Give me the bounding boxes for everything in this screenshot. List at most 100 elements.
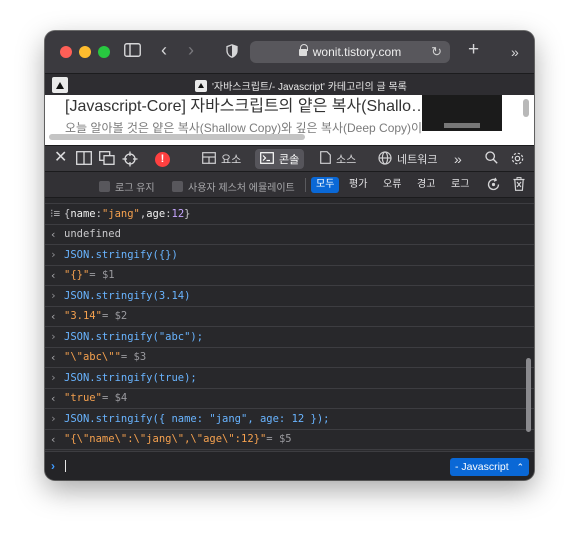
settings-gear-icon[interactable]: [510, 151, 525, 169]
error-indicator-icon[interactable]: !: [155, 152, 170, 167]
active-tab[interactable]: '자바스크립트/- Javascript' 카테고리의 글 목록: [195, 78, 407, 93]
console-row-input[interactable]: › JSON.stringify(3.14): [45, 286, 534, 307]
output-variable: = $2: [101, 310, 128, 323]
input-chevron-icon: ›: [50, 289, 57, 303]
filter-errors-button[interactable]: 오류: [378, 177, 406, 193]
console-row-output[interactable]: ‹ "true" = $4: [45, 389, 534, 409]
clear-on-reload-icon[interactable]: [486, 177, 501, 195]
clear-console-trash-icon[interactable]: [513, 177, 525, 194]
output-arrow-icon: ‹: [50, 227, 57, 241]
console-filter-bar: 로그 유지 사용자 제스처 에뮬레이트 모두 평가 오류 경고 로그: [45, 172, 534, 198]
console-row-input[interactable]: › JSON.stringify({ name: "jang", age: 12…: [45, 409, 534, 430]
console-row-input[interactable]: › JSON.stringify(true);: [45, 368, 534, 389]
input-chevron-icon: ›: [50, 330, 57, 344]
preserve-log-label: 로그 유지: [115, 183, 155, 194]
console-row-output[interactable]: ‹ "3.14" = $2: [45, 307, 534, 327]
browser-toolbar: ‹ › wonit.tistory.com ↻ + »: [45, 31, 534, 73]
tab-network[interactable]: 네트워크: [373, 149, 442, 169]
console-row-object[interactable]: ⁝≡ { name: "jang", age: 12}: [45, 204, 534, 225]
tab-sources[interactable]: 소스: [315, 149, 361, 169]
element-picker-icon[interactable]: [122, 151, 138, 170]
prompt-caret: [65, 460, 66, 472]
input-text: JSON.stringify({ name: "jang", age: 12 }…: [64, 412, 330, 425]
checkbox-box[interactable]: [172, 181, 183, 192]
input-text: JSON.stringify({}): [64, 248, 178, 261]
window-controls: [60, 46, 110, 58]
emulate-gesture-label: 사용자 제스처 에뮬레이트: [188, 183, 295, 194]
article-title[interactable]: [Javascript-Core] 자바스크립트의 얕은 복사(Shallo…: [65, 95, 427, 116]
output-arrow-icon: ‹: [50, 268, 57, 282]
close-devtools-icon[interactable]: ✕: [54, 150, 67, 166]
filter-all-button[interactable]: 모두: [311, 177, 340, 193]
sidebar-toggle-icon[interactable]: [124, 43, 141, 62]
console-log[interactable]: ⁝≡ { name: "jang", age: 12} ‹ undefined …: [45, 198, 534, 450]
input-text: JSON.stringify(3.14): [64, 289, 191, 302]
preserve-log-checkbox[interactable]: 로그 유지: [99, 179, 155, 194]
output-arrow-icon: ‹: [50, 432, 57, 446]
output-value: "{\"name\":\"jang\",\"age\":12}": [64, 433, 267, 446]
pinned-tab-favicon-icon[interactable]: [52, 77, 68, 93]
tab-console[interactable]: 콘솔: [255, 149, 305, 169]
console-row-output[interactable]: ‹ undefined: [45, 225, 534, 245]
detach-window-icon[interactable]: [99, 151, 115, 168]
output-arrow-icon: ‹: [50, 350, 57, 364]
filter-logs-button[interactable]: 로그: [446, 177, 474, 193]
console-row-input[interactable]: › JSON.stringify("abc");: [45, 327, 534, 348]
tab-favicon-icon: [195, 79, 207, 92]
output-arrow-icon: ‹: [50, 309, 57, 323]
dock-side-icon[interactable]: [76, 151, 92, 168]
output-value: "3.14": [64, 310, 102, 323]
lock-icon: [298, 43, 308, 57]
object-key: name: [70, 207, 96, 220]
tab-elements-label: 요소: [221, 154, 242, 166]
elements-icon: [202, 151, 216, 167]
new-tab-icon[interactable]: +: [468, 40, 479, 59]
output-value: "{}": [64, 269, 90, 282]
checkbox-box[interactable]: [99, 181, 110, 192]
page-horizontal-scrollbar[interactable]: [49, 134, 305, 140]
console-row-input[interactable]: › JSON.stringify({}): [45, 245, 534, 266]
filter-warnings-button[interactable]: 경고: [412, 177, 440, 193]
emulate-gesture-checkbox[interactable]: 사용자 제스처 에뮬레이트: [172, 179, 295, 194]
input-chevron-icon: ›: [50, 412, 57, 426]
page-vertical-scrollbar[interactable]: [523, 99, 529, 117]
console-row-output[interactable]: ‹ "\"abc\"" = $3: [45, 348, 534, 368]
output-variable: = $1: [89, 269, 115, 282]
output-variable: = $5: [266, 433, 292, 446]
execution-context-value: - Javascript: [455, 461, 509, 473]
console-prompt[interactable]: › - Javascript ⌃: [45, 451, 534, 480]
object-key: age: [146, 207, 166, 220]
forward-icon[interactable]: ›: [188, 41, 194, 59]
zoom-window-button[interactable]: [98, 46, 110, 58]
object-value: "jang": [101, 207, 140, 220]
object-log-icon: ⁝≡: [50, 207, 61, 221]
filter-evaluations-button[interactable]: 평가: [344, 177, 372, 193]
filter-divider: [305, 178, 306, 192]
console-icon: [260, 151, 274, 167]
tab-console-label: 콘솔: [279, 154, 300, 166]
console-row-output[interactable]: ‹ "{\"name\":\"jang\",\"age\":12}" = $5: [45, 430, 534, 450]
article-thumbnail[interactable]: [422, 95, 502, 131]
tab-bar: '자바스크립트/- Javascript' 카테고리의 글 목록: [45, 73, 534, 95]
prompt-chevron-icon: ›: [51, 459, 55, 473]
output-text: undefined: [64, 228, 121, 241]
web-page-content: [Javascript-Core] 자바스크립트의 얕은 복사(Shallo… …: [45, 95, 534, 145]
input-text: JSON.stringify(true);: [64, 371, 197, 384]
privacy-shield-icon[interactable]: [226, 44, 238, 63]
close-window-button[interactable]: [60, 46, 72, 58]
address-bar[interactable]: wonit.tistory.com ↻: [250, 41, 450, 63]
more-tabs-icon[interactable]: »: [454, 151, 462, 167]
search-icon[interactable]: [485, 151, 498, 167]
console-scrollbar[interactable]: [526, 358, 531, 432]
more-tabs-icon[interactable]: »: [511, 43, 519, 61]
minimize-window-button[interactable]: [79, 46, 91, 58]
output-arrow-icon: ‹: [50, 391, 57, 405]
reload-icon[interactable]: ↻: [431, 44, 442, 60]
tab-sources-label: 소스: [336, 154, 357, 166]
updown-chevron-icon: ⌃: [516, 462, 524, 472]
tab-elements[interactable]: 요소: [197, 149, 246, 169]
back-icon[interactable]: ‹: [161, 41, 167, 59]
execution-context-select[interactable]: - Javascript ⌃: [450, 458, 529, 476]
console-row-output[interactable]: ‹ "{}" = $1: [45, 266, 534, 286]
object-value: 12: [171, 207, 185, 220]
